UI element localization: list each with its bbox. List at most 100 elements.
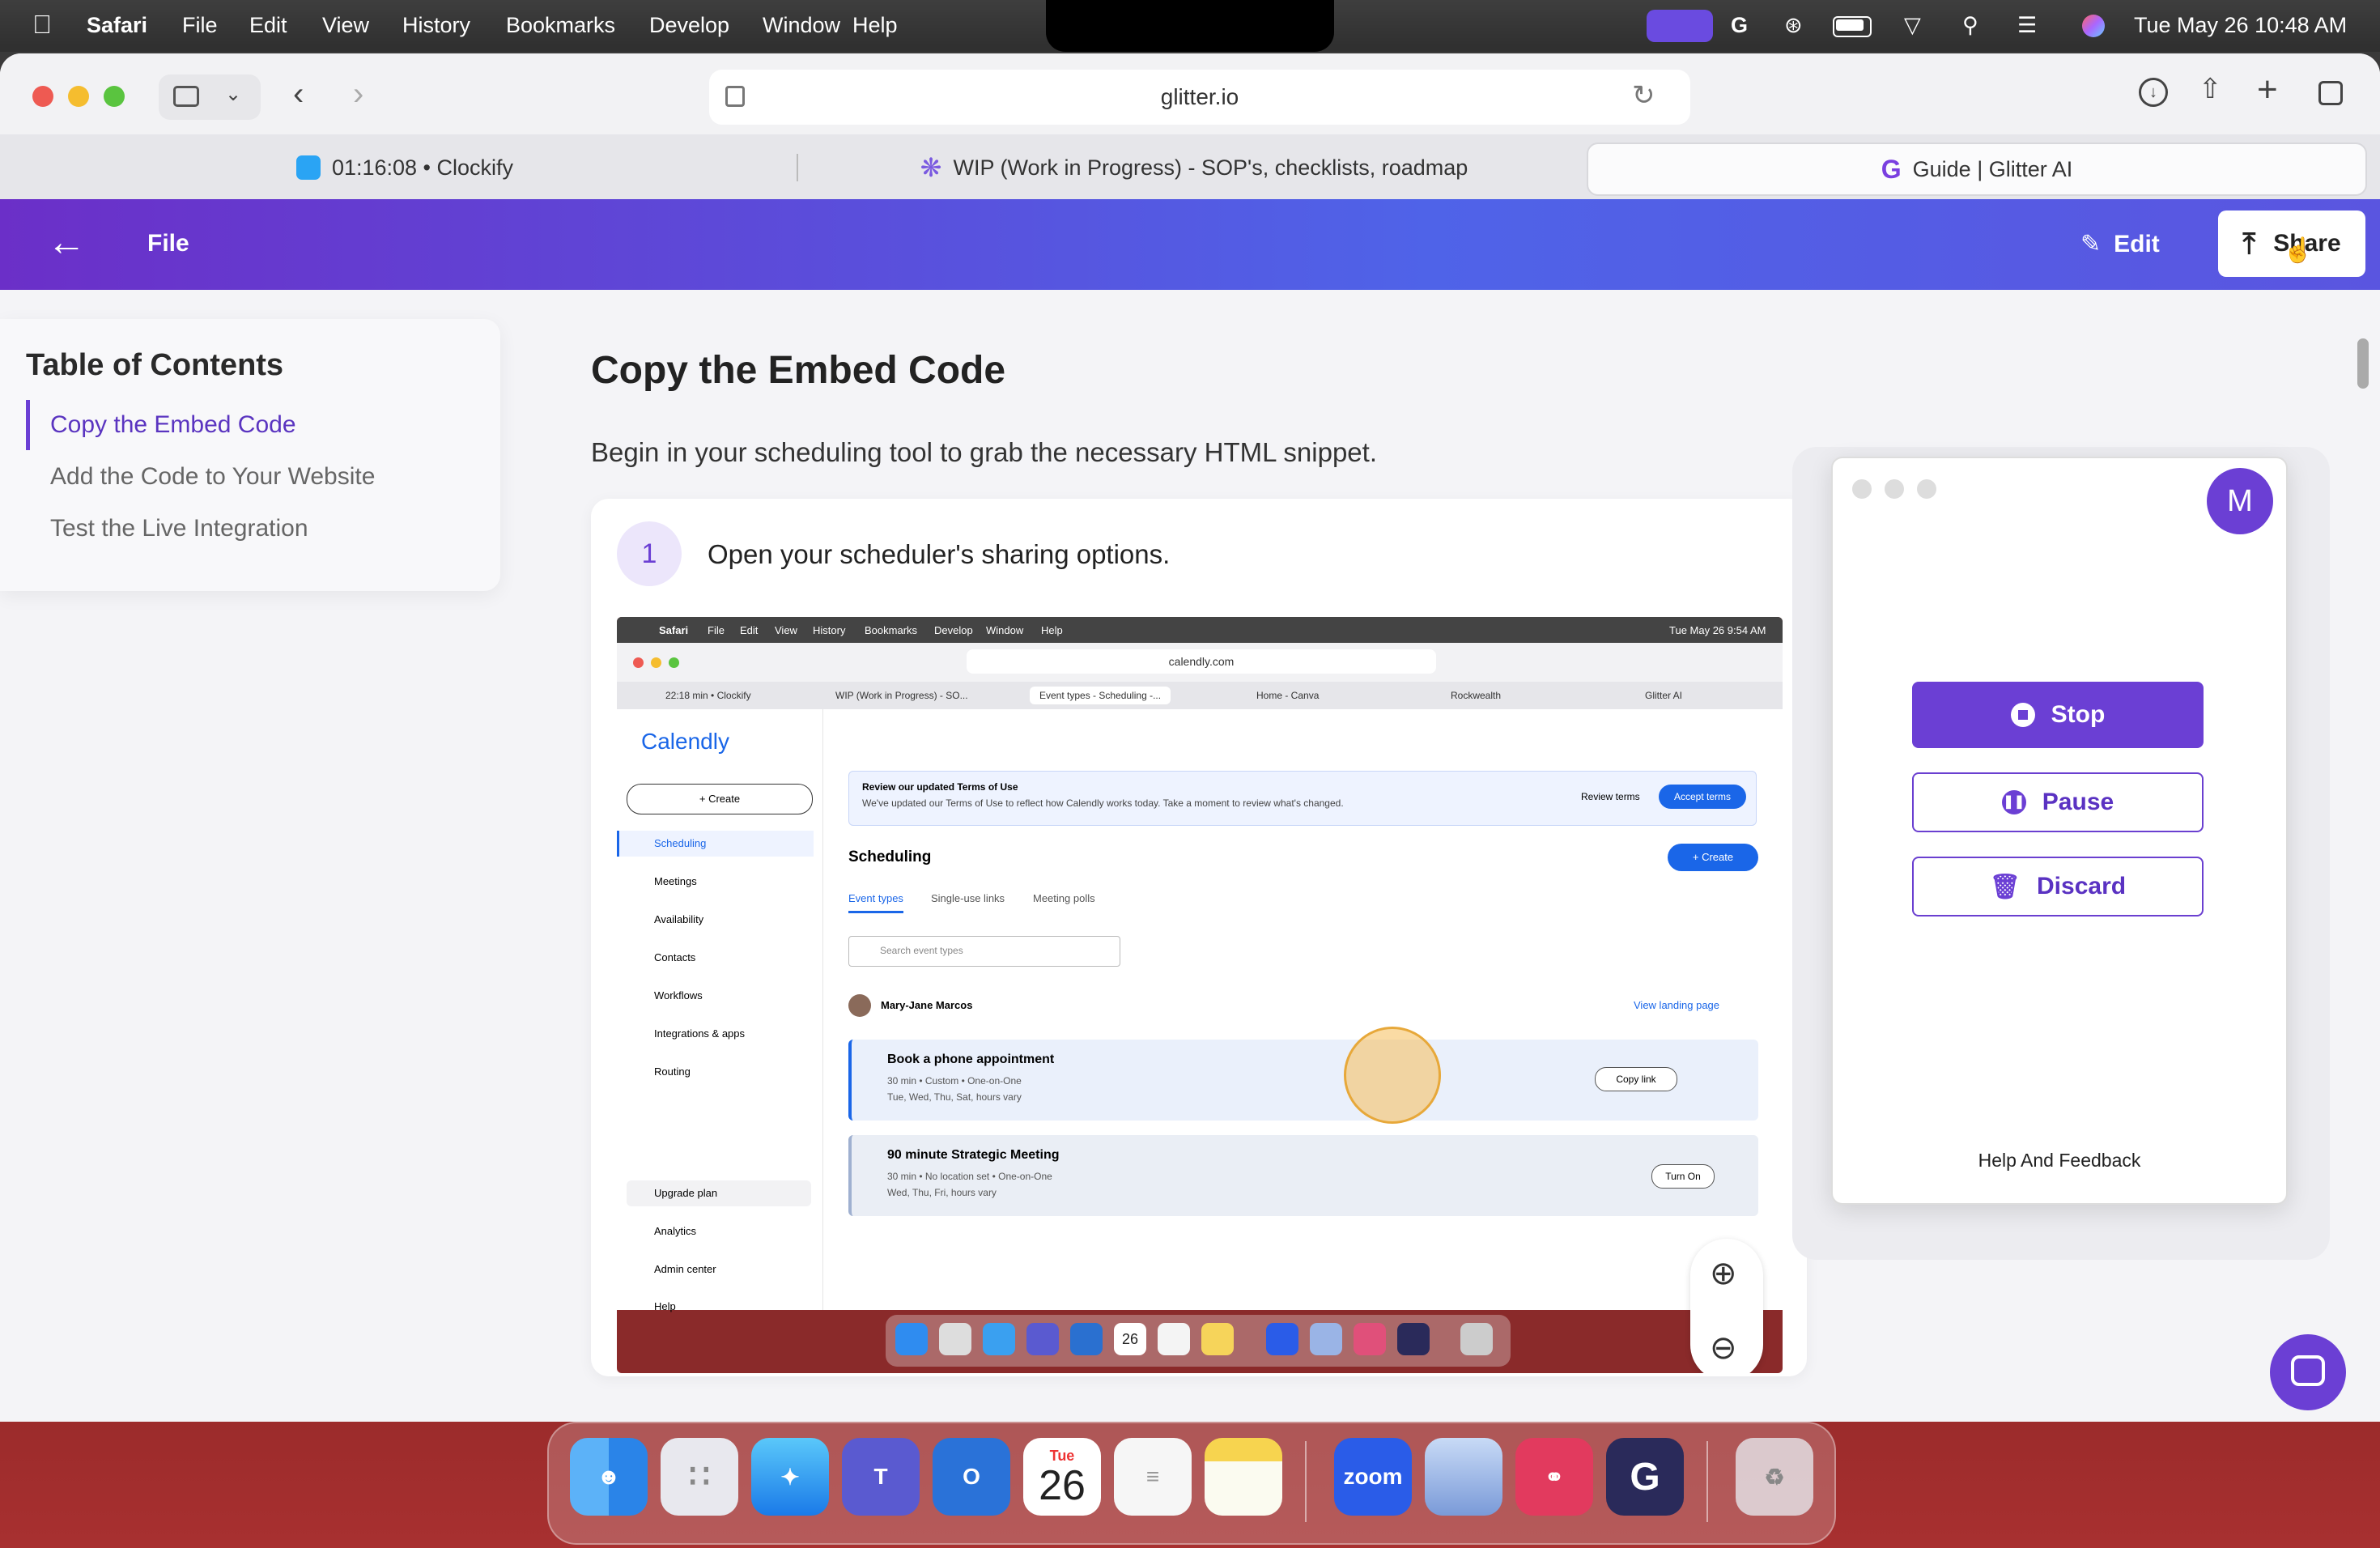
- apple-icon[interactable]: : [32, 10, 52, 40]
- shot-event1-title: Book a phone appointment: [887, 1053, 1055, 1066]
- chevron-down-icon[interactable]: ⌄: [225, 83, 241, 106]
- file-label[interactable]: File: [147, 230, 189, 257]
- back-arrow-icon[interactable]: ←: [47, 220, 86, 265]
- glitter-dock-icon[interactable]: G: [1606, 1438, 1684, 1516]
- reminders-icon[interactable]: ≡: [1114, 1438, 1192, 1516]
- shot-url: calendly.com: [967, 649, 1436, 674]
- screen-record-status-icon[interactable]: [1647, 10, 1713, 42]
- menu-file[interactable]: File: [182, 13, 218, 38]
- zoom-app-icon[interactable]: zoom: [1334, 1438, 1412, 1516]
- menu-bookmarks[interactable]: Bookmarks: [506, 13, 615, 38]
- reload-icon[interactable]: ↻: [1632, 79, 1655, 112]
- shot-nav-item: Availability: [654, 913, 704, 925]
- stop-label: Stop: [2051, 701, 2106, 728]
- cursor-icon: ☝: [2283, 237, 2314, 264]
- share-icon[interactable]: ⇧: [2199, 73, 2222, 105]
- zoom-in-icon[interactable]: ⊕: [1710, 1255, 1737, 1292]
- address-bar[interactable]: glitter.io ↻: [709, 70, 1690, 125]
- battery-icon[interactable]: [1833, 16, 1872, 37]
- tab-wip[interactable]: ❋ WIP (Work in Progress) - SOP's, checkl…: [801, 142, 1587, 193]
- downloads-icon[interactable]: ↓: [2139, 78, 2168, 107]
- step-card: 1 Open your scheduler's sharing options.…: [591, 499, 1807, 1376]
- shot-turn-on: Turn On: [1651, 1164, 1715, 1189]
- glitter-icon: G: [1881, 154, 1902, 184]
- teams-icon[interactable]: T: [842, 1438, 920, 1516]
- control-center-icon[interactable]: ☰: [2017, 13, 2037, 38]
- shot-copy-link: Copy link: [1595, 1067, 1677, 1091]
- menu-develop[interactable]: Develop: [649, 13, 729, 38]
- shot-nav-item: Workflows: [654, 989, 703, 1002]
- shot-calendly-logo: Calendly: [641, 729, 729, 754]
- close-window-button[interactable]: [32, 86, 53, 107]
- shot-calendly-page: Calendly + Create Scheduling Meetings Av…: [617, 709, 1783, 1312]
- sidebar-toggle-button[interactable]: ⌄: [159, 74, 261, 120]
- new-tab-icon[interactable]: +: [2257, 70, 2278, 110]
- menu-clock[interactable]: Tue May 26 10:48 AM: [2134, 13, 2347, 38]
- shot-menu-item: Window: [986, 624, 1024, 636]
- calendar-icon[interactable]: Tue 26: [1023, 1438, 1101, 1516]
- finder-icon[interactable]: ☻: [570, 1438, 648, 1516]
- outlook-icon[interactable]: O: [933, 1438, 1010, 1516]
- fullscreen-window-button[interactable]: [104, 86, 125, 107]
- tab-label: 01:16:08 • Clockify: [331, 155, 514, 180]
- zoom-out-icon[interactable]: ⊖: [1710, 1329, 1737, 1367]
- chat-support-button[interactable]: [2270, 1334, 2346, 1410]
- launchpad-icon[interactable]: ∷: [661, 1438, 738, 1516]
- toc-item-add-code[interactable]: Add the Code to Your Website: [50, 463, 375, 491]
- toc-item-test-live[interactable]: Test the Live Integration: [50, 515, 308, 542]
- forward-icon[interactable]: ›: [353, 76, 363, 113]
- menu-help[interactable]: Help: [852, 13, 898, 38]
- tab-clockify[interactable]: 01:16:08 • Clockify: [16, 142, 793, 193]
- menu-edit[interactable]: Edit: [249, 13, 287, 38]
- safari-icon[interactable]: ✦: [751, 1438, 829, 1516]
- back-icon[interactable]: ‹: [293, 76, 304, 113]
- help-feedback-link[interactable]: Help And Feedback: [1833, 1150, 2286, 1172]
- edit-button[interactable]: ✎ Edit: [2080, 230, 2160, 258]
- toc-item-copy-embed[interactable]: Copy the Embed Code: [50, 411, 296, 439]
- user-avatar[interactable]: M: [2207, 468, 2273, 534]
- trash-dock-icon[interactable]: ♻: [1736, 1438, 1813, 1516]
- shot-view-landing: View landing page: [1634, 999, 1720, 1011]
- shot-section-title: Scheduling: [848, 848, 932, 865]
- shot-subtab: Meeting polls: [1033, 892, 1095, 904]
- menu-view[interactable]: View: [322, 13, 369, 38]
- minimize-window-button[interactable]: [68, 86, 89, 107]
- shot-dock-calendar: 26: [1114, 1323, 1146, 1355]
- shot-event2-meta: 30 min • No location set • One-on-One: [887, 1171, 1052, 1182]
- notes-icon[interactable]: [1205, 1438, 1282, 1516]
- recorder-close-dot[interactable]: [1852, 479, 1872, 499]
- pause-icon: ❚❚: [2001, 790, 2026, 814]
- spotlight-search-icon[interactable]: ⚲: [1962, 13, 1978, 38]
- tab-overview-icon[interactable]: [2318, 81, 2343, 105]
- menu-app-name[interactable]: Safari: [87, 13, 147, 38]
- vpn-app-icon[interactable]: [1425, 1438, 1502, 1516]
- wifi-icon[interactable]: ▽: [1904, 13, 1921, 38]
- siri-icon[interactable]: [2082, 15, 2105, 37]
- pause-button[interactable]: ❚❚ Pause: [1912, 772, 2204, 832]
- menu-window[interactable]: Window: [763, 13, 840, 38]
- glitter-menu-icon[interactable]: G: [1731, 13, 1748, 38]
- pencil-icon: ✎: [2080, 231, 2102, 257]
- menu-history[interactable]: History: [402, 13, 470, 38]
- shot-tab: WIP (Work in Progress) - SO...: [835, 690, 968, 701]
- shot-tab-active: Event types - Scheduling -...: [1030, 687, 1171, 704]
- shot-dock-icon: [1266, 1323, 1298, 1355]
- tab-label: WIP (Work in Progress) - SOP's, checklis…: [953, 155, 1468, 180]
- step-number: 1: [617, 521, 682, 586]
- bluetooth-icon[interactable]: ⊛: [1784, 13, 1803, 38]
- toc-active-indicator: [26, 400, 30, 450]
- creative-cloud-icon[interactable]: ⚭: [1515, 1438, 1593, 1516]
- clockify-icon: [295, 155, 321, 180]
- shot-menu-item: File: [708, 624, 725, 636]
- chat-icon: [2291, 1355, 2325, 1386]
- shot-nav-item: Admin center: [654, 1263, 716, 1275]
- stop-button[interactable]: Stop: [1912, 682, 2204, 748]
- page-scrollbar[interactable]: [2357, 338, 2369, 389]
- url-text[interactable]: glitter.io: [709, 84, 1690, 110]
- sidebar-icon: [173, 86, 199, 107]
- shot-nav-item: Meetings: [654, 875, 697, 887]
- tab-glitter-active[interactable]: G Guide | Glitter AI: [1587, 142, 2367, 196]
- recorder-max-dot[interactable]: [1917, 479, 1936, 499]
- recorder-min-dot[interactable]: [1885, 479, 1904, 499]
- discard-button[interactable]: 🗑 Discard: [1912, 857, 2204, 916]
